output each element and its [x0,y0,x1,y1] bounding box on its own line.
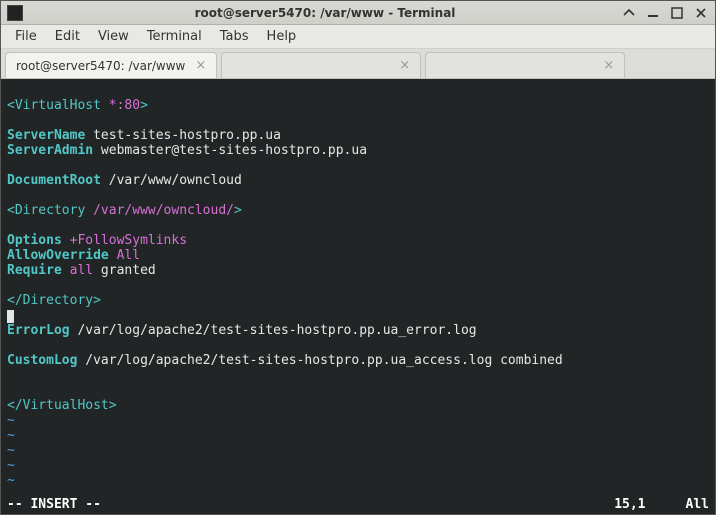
errorlog-value: /var/log/apache2/test-sites-hostpro.pp.u… [70,323,477,338]
rollup-button[interactable] [621,5,637,21]
servername-value: test-sites-hostpro.pp.ua [85,128,281,143]
serveradmin-value: webmaster@test-sites-hostpro.pp.ua [93,143,367,158]
window-controls [621,5,709,21]
close-button[interactable] [693,5,709,21]
allowoverride-key: AllowOverride [7,248,109,263]
menu-edit[interactable]: Edit [47,27,88,46]
menu-view[interactable]: View [90,27,137,46]
documentroot-value: /var/www/owncloud [101,173,242,188]
directory-open-close: > [234,203,242,218]
menu-file[interactable]: File [7,27,45,46]
terminal-content[interactable]: <VirtualHost *:80> ServerName test-sites… [1,79,715,514]
vhost-open-close: > [140,98,148,113]
errorlog-key: ErrorLog [7,323,70,338]
tab-label: root@server5470: /var/www [16,59,185,73]
window-title: root@server5470: /var/www - Terminal [29,6,621,20]
serveradmin-key: ServerAdmin [7,143,93,158]
vhost-open: <VirtualHost [7,98,101,113]
allowoverride-value: All [109,248,140,263]
terminal-window: root@server5470: /var/www - Terminal Fil… [0,0,716,515]
maximize-button[interactable] [669,5,685,21]
directory-path: /var/www/owncloud/ [85,203,234,218]
close-icon[interactable]: × [603,58,614,73]
customlog-value: /var/log/apache2/test-sites-hostpro.pp.u… [77,353,562,368]
customlog-key: CustomLog [7,353,77,368]
require-key: Require [7,263,62,278]
documentroot-key: DocumentRoot [7,173,101,188]
directory-close: </Directory> [7,293,101,308]
cursor [7,310,14,323]
directory-open: <Directory [7,203,85,218]
menu-terminal[interactable]: Terminal [139,27,210,46]
options-key: Options [7,233,62,248]
vim-cursor-position: 15,1 [614,497,645,512]
require-v2: granted [93,263,156,278]
app-icon [7,5,23,21]
menu-help[interactable]: Help [259,27,305,46]
vhost-close: </VirtualHost> [7,398,117,413]
menubar: File Edit View Terminal Tabs Help [1,25,715,49]
vim-tilde: ~ [7,473,15,488]
tab-2[interactable]: × [221,52,421,78]
vim-tilde: ~ [7,443,15,458]
servername-key: ServerName [7,128,85,143]
vim-tilde: ~ [7,458,15,473]
close-icon[interactable]: × [399,58,410,73]
require-v1: all [62,263,93,278]
menu-tabs[interactable]: Tabs [212,27,257,46]
tab-1[interactable]: root@server5470: /var/www × [5,52,217,78]
minimize-button[interactable] [645,5,661,21]
vhost-port: *:80 [101,98,140,113]
titlebar[interactable]: root@server5470: /var/www - Terminal [1,1,715,25]
vim-tilde: ~ [7,413,15,428]
tab-3[interactable]: × [425,52,625,78]
options-value: +FollowSymlinks [62,233,187,248]
close-icon[interactable]: × [195,58,206,73]
vim-tilde: ~ [7,428,15,443]
tabbar: root@server5470: /var/www × × × [1,49,715,79]
vim-status-line: -- INSERT -- 15,1 All [7,497,709,512]
vim-scroll-position: All [686,497,709,512]
vim-mode: -- INSERT -- [7,497,101,512]
